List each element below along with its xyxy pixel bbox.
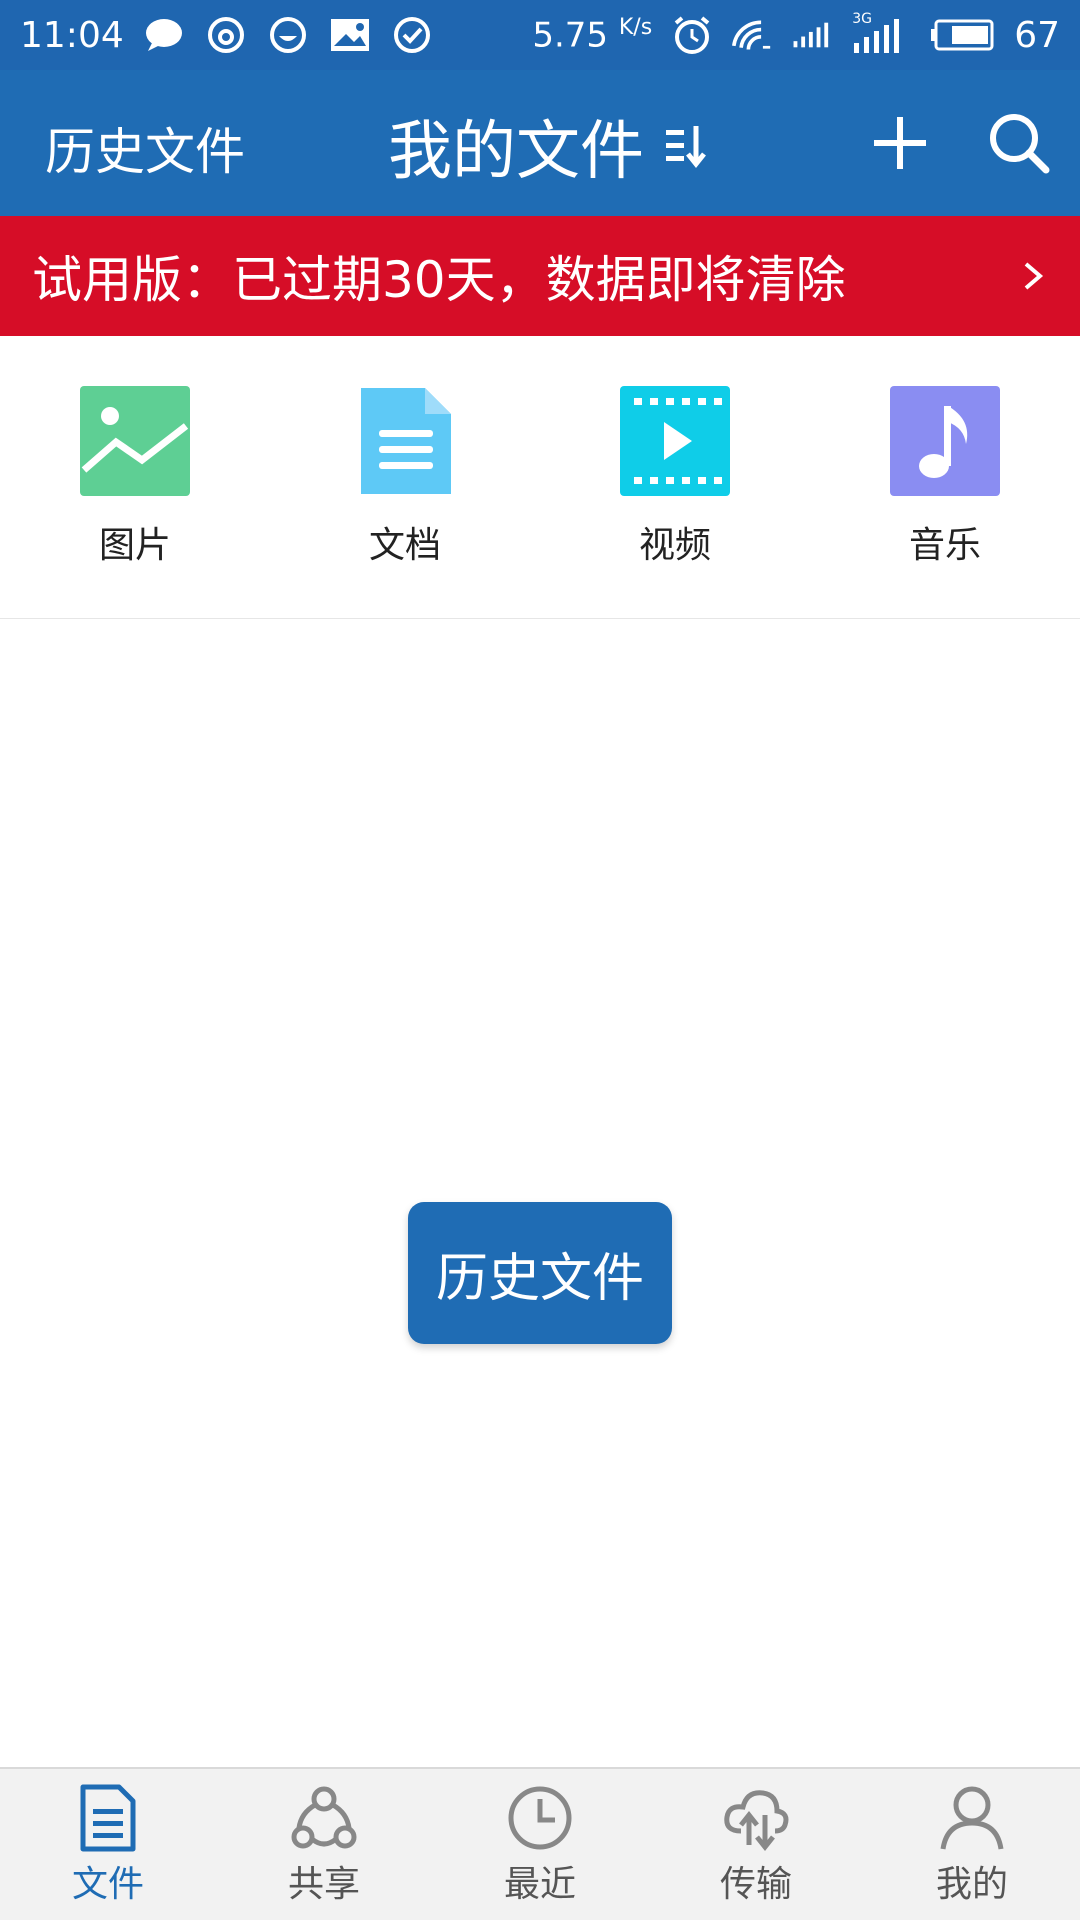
video-icon [620,386,730,496]
weibo-icon [206,15,246,55]
file-icon [73,1783,143,1853]
battery-icon [930,15,994,55]
cloud-transfer-icon [721,1783,791,1853]
battery-level: 67 [1014,14,1060,56]
chevron-right-icon [1018,256,1048,296]
history-files-button[interactable]: 历史文件 [408,1202,672,1344]
category-label: 文档 [368,525,441,566]
bottom-nav: 文件 共享 最近 传输 我的 [0,1767,1080,1920]
app-header: 历史文件 我的文件 [0,70,1080,216]
nav-label: 最近 [503,1864,576,1905]
music-icon [890,386,1000,496]
nav-item-transfer[interactable]: 传输 [648,1783,864,1907]
alarm-icon [672,15,712,55]
network-speed: 5.75 K/s [532,15,652,55]
image-icon [330,15,370,55]
status-right: 5.75 K/s 3G 67 [532,11,1060,56]
history-files-link[interactable]: 历史文件 [45,112,245,184]
document-icon [350,386,460,496]
network-type: 3G [852,11,872,27]
nav-item-profile[interactable]: 我的 [864,1783,1080,1907]
wifi-icon [732,15,772,55]
profile-icon [937,1783,1007,1853]
nav-label: 我的 [935,1864,1008,1905]
nav-item-recent[interactable]: 最近 [432,1783,648,1907]
category-music[interactable]: 音乐 [845,386,1045,568]
status-time: 11:04 [20,14,124,56]
status-bar: 11:04 5.75 K/s 3G 67 [0,0,1080,70]
message-icon [144,15,184,55]
nav-item-files[interactable]: 文件 [0,1783,216,1907]
face-icon [268,15,308,55]
category-label: 音乐 [908,525,981,566]
page-title-text: 我的文件 [388,115,644,189]
trial-expired-banner[interactable]: 试用版：已过期30天，数据即将清除 [0,216,1080,336]
nav-item-share[interactable]: 共享 [216,1783,432,1907]
nav-label: 传输 [719,1864,792,1905]
nav-label: 文件 [71,1864,144,1905]
speed-value: 5.75 [532,15,609,56]
category-videos[interactable]: 视频 [575,386,775,568]
check-icon [392,15,432,55]
search-icon[interactable] [988,112,1050,174]
clock-icon [505,1783,575,1853]
picture-icon [80,386,190,496]
category-pictures[interactable]: 图片 [35,386,235,568]
category-label: 视频 [638,525,711,566]
trial-banner-text: 试用版：已过期30天，数据即将清除 [32,251,846,309]
sort-icon[interactable] [664,122,712,170]
share-icon [289,1783,359,1853]
category-label: 图片 [98,525,171,566]
category-documents[interactable]: 文档 [305,386,505,568]
nav-label: 共享 [287,1864,360,1905]
speed-unit: K/s [618,14,653,40]
category-grid: 图片 文档 视频 音乐 [0,336,1080,619]
signal-icon [792,15,832,55]
notification-icons [144,15,432,55]
page-title[interactable]: 我的文件 [388,100,712,192]
add-icon[interactable] [872,115,928,171]
signal-3g-icon: 3G [852,11,910,55]
